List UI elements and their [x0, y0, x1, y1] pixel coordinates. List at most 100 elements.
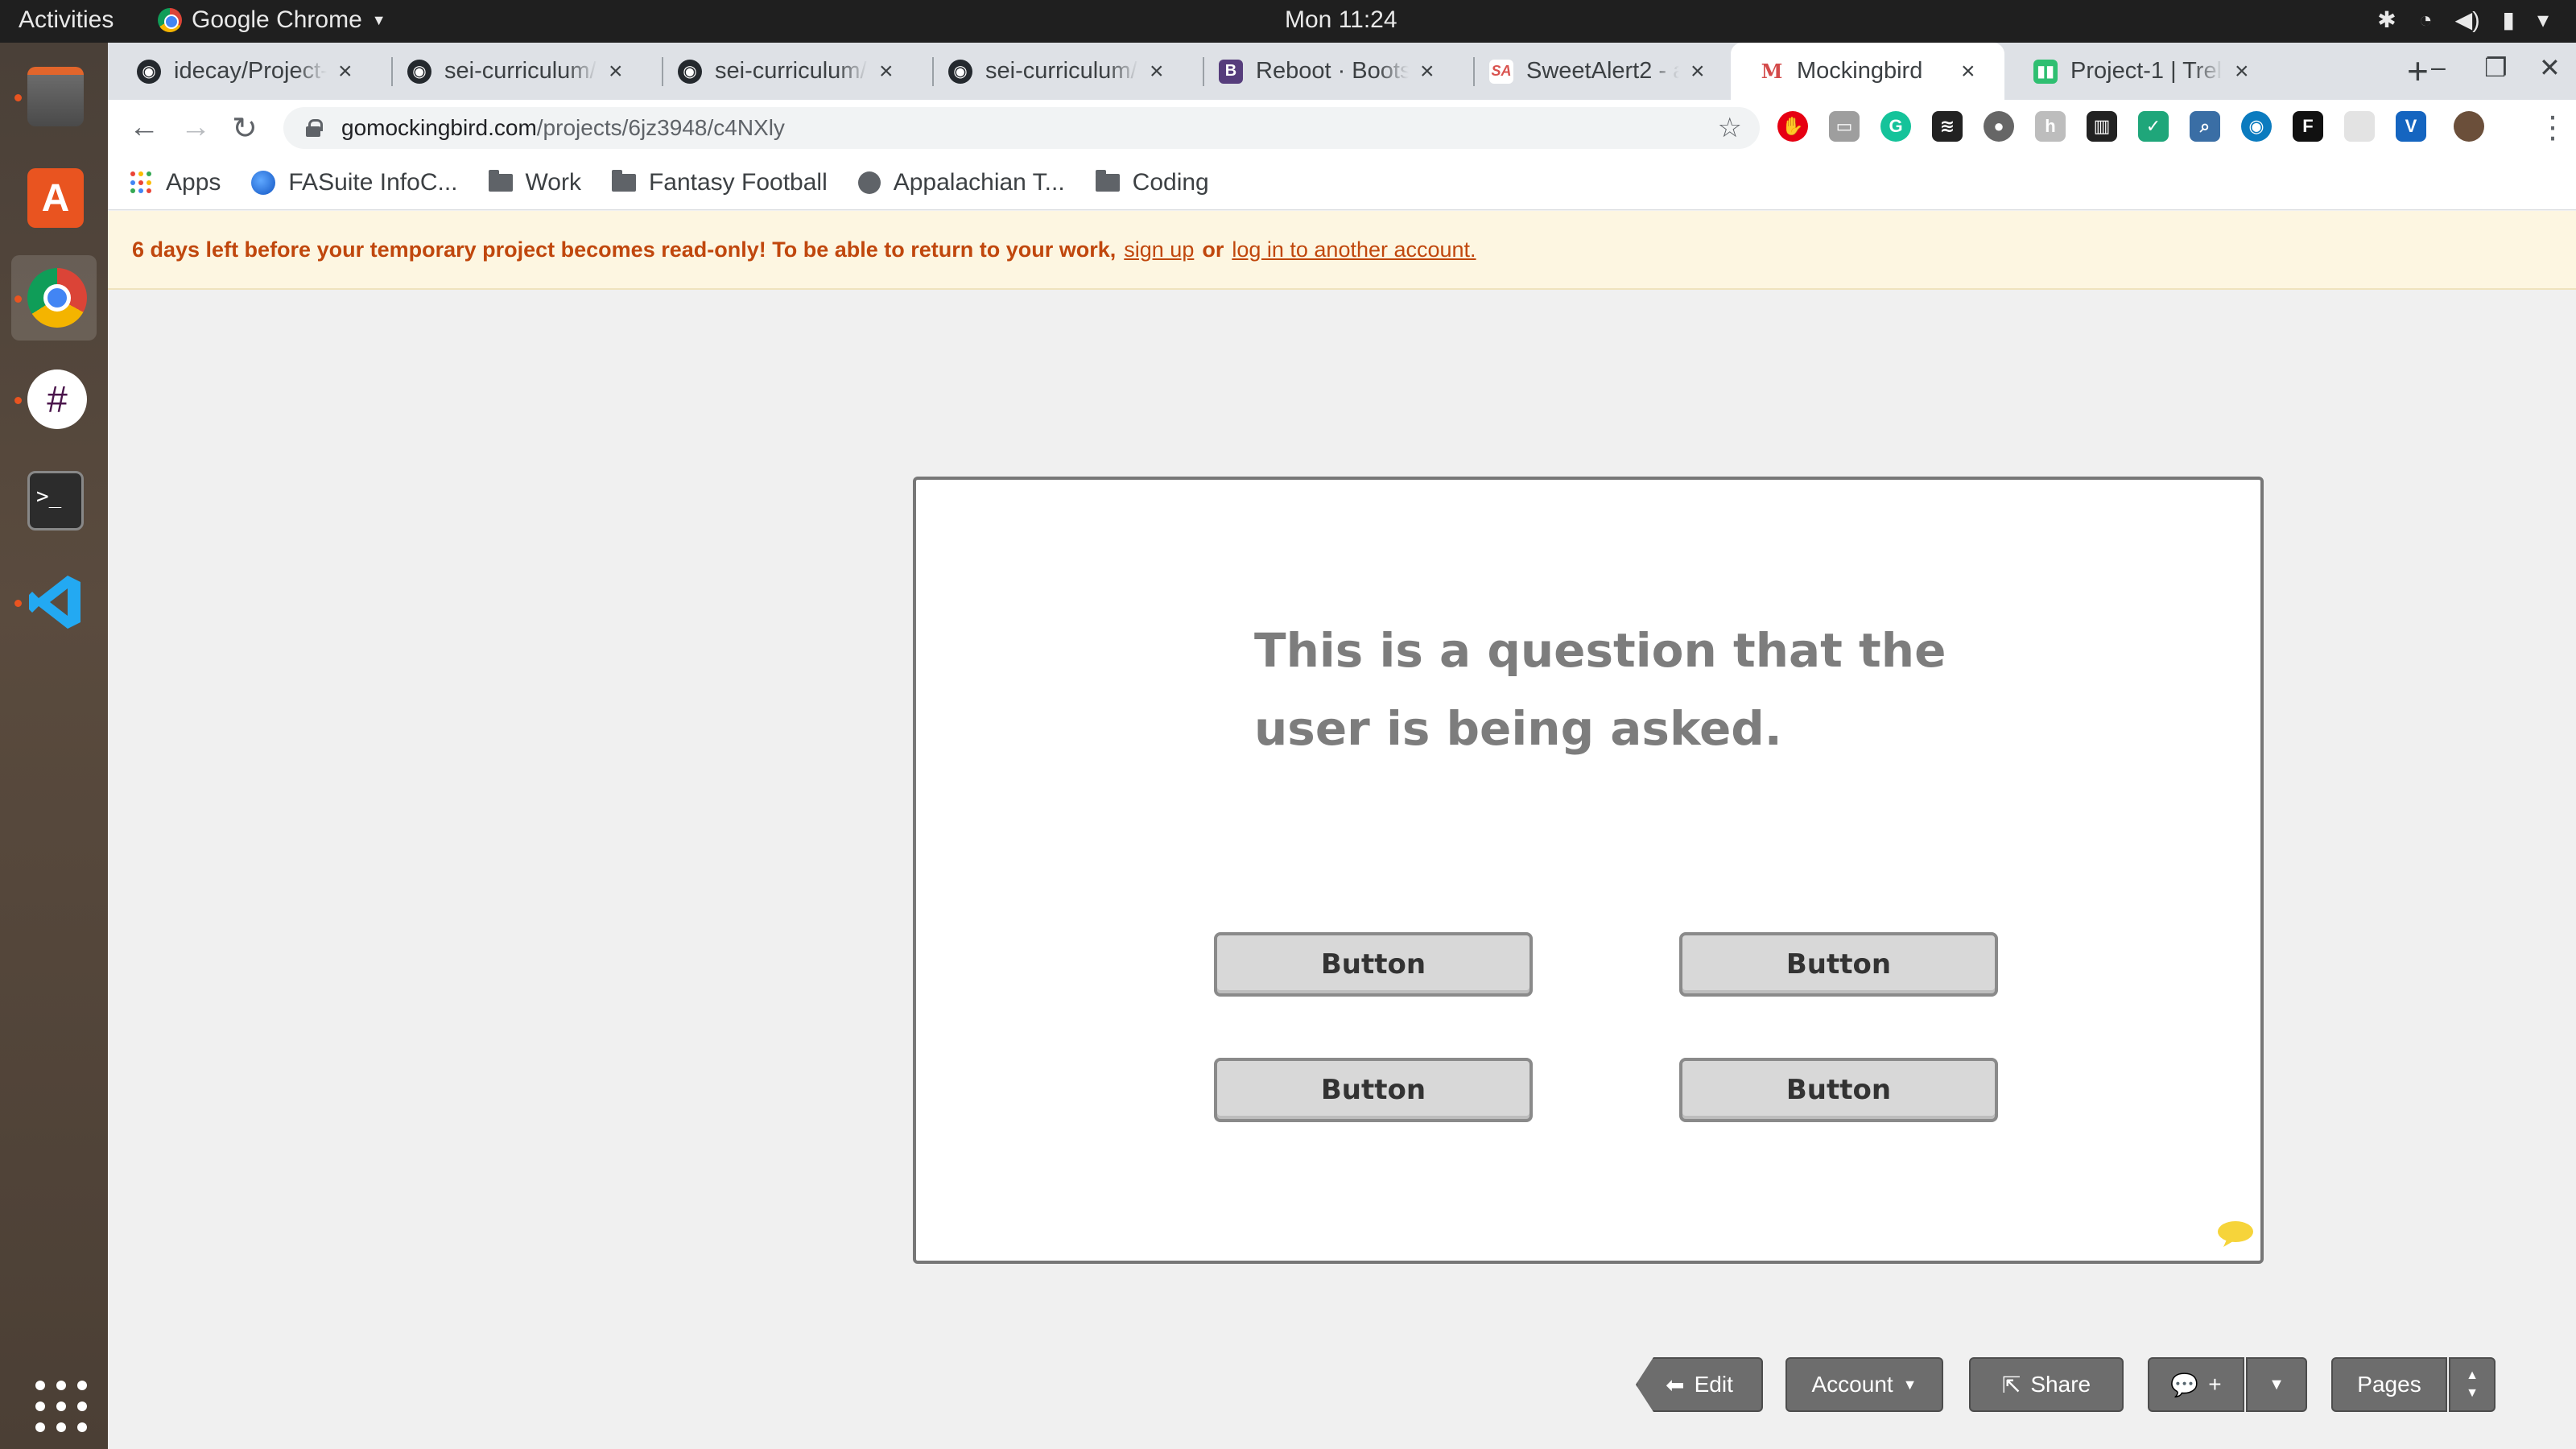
blank-ext-icon[interactable] — [2344, 111, 2375, 142]
answer-button-3[interactable]: Button — [1214, 1058, 1533, 1122]
shield-icon[interactable]: ✓ — [2138, 111, 2169, 142]
dock-software-center[interactable]: A — [11, 155, 97, 241]
grid-icon — [27, 1373, 87, 1432]
answer-button-1[interactable]: Button — [1214, 932, 1533, 997]
tab-title: sei-curriculum/ — [444, 58, 597, 84]
dock-terminal[interactable]: >_ — [11, 458, 97, 543]
app-name: Google Chrome — [192, 6, 362, 33]
gray-ext-icon[interactable]: h — [2035, 111, 2066, 142]
tab-trello-project[interactable]: ▮▮ Project-1 | Trell × — [2004, 43, 2275, 100]
tab-bootstrap-reboot[interactable]: B Reboot · Boots × — [1190, 43, 1460, 100]
tab-title: idecay/Project- — [174, 58, 327, 84]
close-icon[interactable]: × — [1690, 58, 1705, 85]
log-in-link[interactable]: log in to another account. — [1232, 237, 1476, 262]
wireframe-frame[interactable]: This is a question that the user is bein… — [913, 477, 2264, 1264]
bookmark-folder-fantasy-football[interactable]: Fantasy Football — [611, 169, 828, 196]
fasuite-icon — [251, 171, 276, 195]
system-tray[interactable]: ✱ ◔ ◀) ▮ ▾ — [2377, 6, 2549, 33]
adblock-icon[interactable]: ✋ — [1777, 111, 1808, 142]
close-icon[interactable]: × — [879, 58, 894, 85]
volume-icon[interactable]: ◀) — [2455, 6, 2480, 33]
window-close-button[interactable]: ✕ — [2539, 52, 2561, 83]
caret-down-icon[interactable]: ▼ — [2466, 1385, 2479, 1402]
comment-dropdown-button[interactable]: ▼ — [2246, 1357, 2307, 1412]
app-menu[interactable]: Google Chrome ▼ — [158, 6, 386, 34]
bookmark-appalachian[interactable]: Appalachian T... — [857, 169, 1065, 196]
comment-bubble-icon[interactable] — [2217, 1220, 2254, 1248]
bookmark-folder-work[interactable]: Work — [488, 169, 581, 196]
bookmarks-bar: Apps FASuite InfoC... Work Fantasy Footb… — [108, 156, 2576, 210]
share-icon: ⇱ — [2001, 1372, 2021, 1397]
maximize-button[interactable]: ❐ — [2484, 52, 2508, 83]
bookmark-fasuite[interactable]: FASuite InfoC... — [251, 169, 458, 196]
profile-avatar[interactable] — [2454, 111, 2484, 142]
close-icon[interactable]: × — [338, 58, 353, 85]
search-ext-icon[interactable]: ⌕ — [2190, 111, 2220, 142]
add-comment-button[interactable]: 💬 + — [2148, 1357, 2244, 1412]
folder-icon — [611, 170, 636, 192]
activities-button[interactable]: Activities — [19, 6, 114, 34]
back-button[interactable]: ← — [129, 110, 159, 145]
account-button[interactable]: Account ▼ — [1785, 1357, 1943, 1412]
arrow-left-icon: ⬅ — [1666, 1372, 1685, 1397]
bookmark-star-icon[interactable]: ☆ — [1718, 112, 1742, 144]
tab-sei-curriculum-3[interactable]: ◉ sei-curriculum/ × — [919, 43, 1190, 100]
dock-slack[interactable]: # — [11, 357, 97, 442]
close-icon[interactable]: × — [1420, 58, 1435, 85]
caret-up-icon[interactable]: ▲ — [2466, 1367, 2479, 1385]
trello-icon: ▮▮ — [2033, 59, 2058, 84]
show-applications-button[interactable] — [11, 1360, 97, 1445]
address-bar[interactable]: gomockingbird.com/projects/6jz3948/c4NXl… — [283, 107, 1760, 149]
slack-tray-icon[interactable]: ✱ — [2377, 6, 2396, 33]
close-icon[interactable]: × — [1150, 58, 1164, 85]
close-icon[interactable]: × — [1961, 58, 1975, 85]
tab-mockingbird[interactable]: M Mockingbird × — [1731, 43, 2004, 100]
tab-sei-curriculum-1[interactable]: ◉ sei-curriculum/ × — [378, 43, 649, 100]
close-icon[interactable]: × — [609, 58, 623, 85]
clock[interactable]: Mon 11:24 — [1285, 6, 1397, 34]
f-ext-icon[interactable]: F — [2293, 111, 2323, 142]
pages-stepper[interactable]: ▲ ▼ — [2449, 1357, 2496, 1412]
slack-icon: # — [27, 369, 87, 429]
eye-ext-icon[interactable]: ◉ — [2241, 111, 2272, 142]
share-button[interactable]: ⇱ Share — [1969, 1357, 2124, 1412]
bookmark-folder-coding[interactable]: Coding — [1095, 169, 1209, 196]
dock-vscode[interactable] — [11, 559, 97, 645]
pages-button[interactable]: Pages — [2331, 1357, 2447, 1412]
reload-button[interactable]: ↻ — [232, 110, 258, 147]
edit-button[interactable]: ⬅ Edit — [1636, 1357, 1763, 1412]
new-tab-button[interactable]: + — [2407, 49, 2429, 93]
tab-sei-curriculum-2[interactable]: ◉ sei-curriculum/ × — [649, 43, 919, 100]
answer-button-4[interactable]: Button — [1679, 1058, 1998, 1122]
edit-label: Edit — [1694, 1372, 1733, 1397]
sign-up-link[interactable]: sign up — [1124, 237, 1194, 262]
wifi-icon[interactable]: ◔ — [2419, 7, 2433, 33]
rss-icon[interactable]: ≋ — [1932, 111, 1963, 142]
chrome-icon — [27, 268, 87, 328]
calendar-ext-icon[interactable]: ▥ — [2087, 111, 2117, 142]
minimize-button[interactable]: – — [2431, 52, 2446, 82]
tab-github-project[interactable]: ◉ idecay/Project- × — [108, 43, 378, 100]
dock-chrome[interactable] — [11, 255, 97, 341]
forward-button[interactable]: → — [180, 110, 211, 145]
pages-label: Pages — [2357, 1372, 2421, 1397]
comment-plus-label: + — [2208, 1372, 2222, 1397]
tab-title: SweetAlert2 - a — [1526, 58, 1679, 84]
comment-ext-icon[interactable]: ▭ — [1829, 111, 1860, 142]
chrome-menu-button[interactable]: ⋮ — [2537, 109, 2568, 146]
grammarly-icon[interactable]: G — [1880, 111, 1911, 142]
answer-button-2[interactable]: Button — [1679, 932, 1998, 997]
v-ext-icon[interactable]: V — [2396, 111, 2426, 142]
tab-sweetalert2[interactable]: SA SweetAlert2 - a × — [1460, 43, 1731, 100]
bookmark-apps[interactable]: Apps — [130, 169, 221, 196]
url-path: /projects/6jz3948/c4NXly — [536, 115, 785, 140]
question-text[interactable]: This is a question that the user is bein… — [1254, 612, 1946, 768]
chevron-down-icon[interactable]: ▾ — [2537, 6, 2549, 33]
close-icon[interactable]: × — [2235, 58, 2249, 85]
file-manager-icon — [27, 67, 84, 126]
battery-icon[interactable]: ▮ — [2503, 6, 2515, 33]
lock-icon[interactable] — [306, 119, 323, 137]
bookmark-label: Coding — [1132, 169, 1209, 196]
circle-ext-icon[interactable]: ● — [1984, 111, 2014, 142]
dock-file-manager[interactable] — [11, 54, 97, 139]
